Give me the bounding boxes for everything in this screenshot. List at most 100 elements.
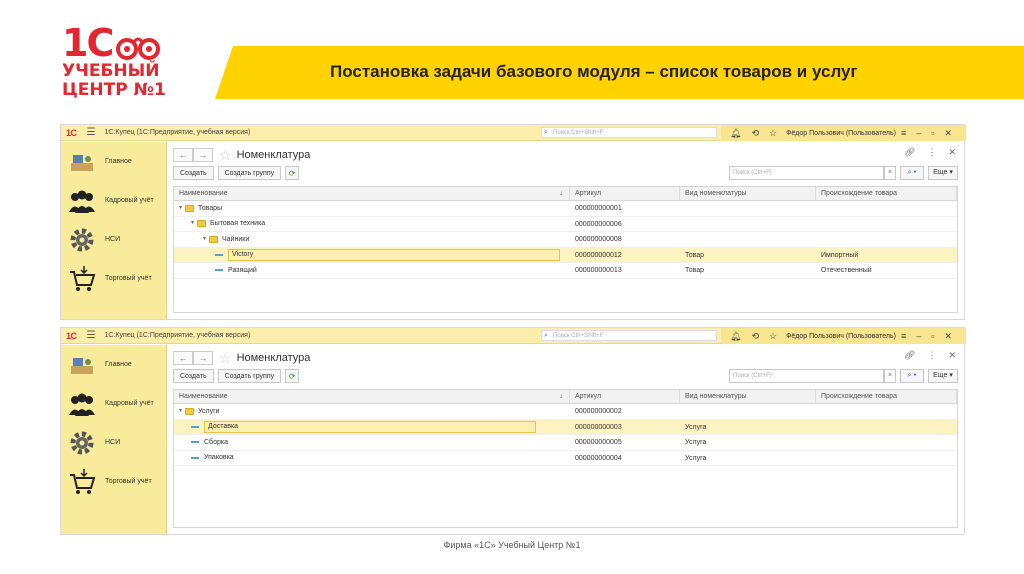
sidebar-item-nsi[interactable]: НСИ — [61, 425, 167, 463]
table-row[interactable]: Разящий 000000000013 Товар Отечественный — [174, 263, 957, 279]
link-icon[interactable]: 🔗︎ — [904, 147, 915, 158]
refresh-icon[interactable]: ⟳ — [285, 369, 300, 383]
sidebar-item-nsi[interactable]: НСИ — [61, 222, 167, 260]
star-icon[interactable]: ☆ — [769, 331, 777, 342]
forward-button[interactable]: → — [193, 148, 213, 162]
restore-icon[interactable]: ▫ — [931, 128, 934, 138]
sidebar-label: НСИ — [105, 236, 121, 243]
favorite-star-icon[interactable]: ☆ — [219, 147, 232, 164]
favorite-star-icon[interactable]: ☆ — [219, 350, 232, 367]
col-header-name[interactable]: Наименование ↓ — [174, 390, 570, 403]
sidebar-item-trade[interactable]: Торговый учёт — [61, 464, 167, 502]
list-search-input[interactable]: Поиск (Ctrl+F) — [729, 166, 884, 180]
col-header-origin[interactable]: Происхождение товара — [816, 390, 957, 403]
user-name[interactable]: Фёдор Пользович (Пользователь) — [786, 130, 896, 137]
banner-wedge — [215, 46, 233, 99]
forward-button[interactable]: → — [193, 351, 213, 365]
table-row[interactable]: Сборка 000000000005 Услуга — [174, 435, 957, 451]
back-button[interactable]: ← — [173, 351, 193, 365]
col-header-origin[interactable]: Происхождение товара — [816, 187, 957, 200]
table-row[interactable]: ▾ Бытовая техника 000000000006 — [174, 217, 957, 232]
table-row[interactable]: Доставка 000000000003 Услуга — [174, 419, 957, 435]
item-icon — [215, 269, 223, 272]
people-icon — [69, 393, 95, 416]
table-row[interactable]: Упаковка 000000000004 Услуга — [174, 451, 957, 466]
close-icon[interactable]: ✕ — [944, 128, 952, 139]
app-logo: 1С — [66, 330, 77, 341]
cell-type: Товар — [685, 267, 705, 274]
create-group-button[interactable]: Создать группу — [217, 166, 282, 180]
global-search-placeholder: Поиск Ctrl+Shift+F — [553, 333, 604, 339]
col-header-type[interactable]: Вид номенклатуры — [680, 390, 816, 403]
list-search-input[interactable]: Поиск (Ctrl+F) — [729, 369, 884, 383]
more-vert-icon[interactable]: ⋮ — [927, 350, 936, 361]
table-row[interactable]: Victory 000000000012 Товар Импортный — [174, 247, 957, 263]
settings-menu-icon[interactable]: ≡ — [901, 331, 906, 341]
cell-origin: Импортный — [821, 251, 859, 259]
sidebar-label: Главное — [105, 361, 132, 368]
item-name: Разящий — [228, 266, 257, 274]
sidebar-item-hr[interactable]: Кадровый учёт — [61, 183, 167, 221]
cell-article: 000000000006 — [575, 220, 622, 228]
cell-type: Услуга — [685, 423, 707, 431]
logo-line1: УЧЕБНЫЙ — [62, 61, 160, 81]
table-row[interactable]: ▾ Чайники 000000000008 — [174, 232, 957, 248]
back-button[interactable]: ← — [173, 148, 193, 162]
glasses-icon — [116, 37, 161, 60]
more-vert-icon[interactable]: ⋮ — [927, 147, 936, 158]
footer-text: Фирма «1С» Учебный Центр №1 — [443, 540, 581, 550]
create-group-button[interactable]: Создать группу — [217, 369, 282, 383]
table-row[interactable]: ▾ Товары 000000000001 — [174, 201, 957, 217]
more-button-label: Еще — [933, 372, 948, 379]
history-icon[interactable]: ⟲ — [751, 331, 759, 342]
col-header-article[interactable]: Артикул — [570, 390, 680, 403]
search-button[interactable]: ⌕ ▾ — [900, 166, 924, 180]
sidebar-item-main[interactable]: Главное — [61, 347, 167, 385]
people-icon — [69, 190, 95, 213]
create-button[interactable]: Создать — [173, 369, 214, 383]
more-button[interactable]: Еще ▾ — [928, 166, 958, 180]
more-button[interactable]: Еще ▾ — [928, 369, 958, 383]
col-header-type[interactable]: Вид номенклатуры — [680, 187, 816, 200]
item-name: Victory — [228, 248, 560, 261]
form-close-icon[interactable]: ✕ — [948, 147, 956, 158]
col-header-article[interactable]: Артикул — [570, 187, 680, 200]
history-icon[interactable]: ⟲ — [751, 128, 759, 139]
expand-arrow-icon[interactable]: ▾ — [179, 404, 182, 419]
desk-icon — [71, 155, 93, 171]
cell-article: 000000000002 — [575, 408, 622, 415]
clear-search-icon[interactable]: × — [884, 166, 896, 180]
expand-arrow-icon[interactable]: ▾ — [191, 217, 194, 232]
link-icon[interactable]: 🔗︎ — [904, 350, 915, 361]
create-button[interactable]: Создать — [173, 166, 214, 180]
desk-icon — [71, 358, 93, 374]
expand-arrow-icon[interactable]: ▾ — [203, 232, 206, 247]
sidebar-item-trade[interactable]: Торговый учёт — [61, 261, 167, 299]
sidebar-item-hr[interactable]: Кадровый учёт — [61, 386, 167, 424]
global-search-input[interactable]: ⌕ Поиск Ctrl+Shift+F — [541, 127, 717, 138]
clear-search-icon[interactable]: × — [884, 369, 896, 383]
restore-icon[interactable]: ▫ — [931, 331, 934, 341]
minimize-icon[interactable]: – — [916, 128, 921, 138]
cell-article: 000000000001 — [575, 205, 622, 212]
menu-icon[interactable]: ☰ — [87, 127, 96, 138]
gear-icon — [70, 431, 94, 455]
menu-icon[interactable]: ☰ — [87, 330, 96, 341]
table-row[interactable]: ▾ Услуги 000000000002 — [174, 404, 957, 420]
col-header-name[interactable]: Наименование ↓ — [174, 187, 570, 200]
cell-article: 000000000003 — [575, 423, 622, 431]
user-name[interactable]: Фёдор Пользович (Пользователь) — [786, 333, 896, 340]
cell-type: Товар — [685, 251, 705, 259]
bell-icon[interactable]: 🔔︎ — [730, 128, 741, 139]
form-close-icon[interactable]: ✕ — [948, 350, 956, 361]
minimize-icon[interactable]: – — [916, 331, 921, 341]
search-button[interactable]: ⌕ ▾ — [900, 369, 924, 383]
close-icon[interactable]: ✕ — [944, 331, 952, 342]
sidebar-item-main[interactable]: Главное — [61, 144, 167, 182]
refresh-icon[interactable]: ⟳ — [285, 166, 300, 180]
settings-menu-icon[interactable]: ≡ — [901, 128, 906, 138]
bell-icon[interactable]: 🔔︎ — [730, 331, 741, 342]
global-search-input[interactable]: ⌕ Поиск Ctrl+Shift+F — [541, 330, 717, 341]
expand-arrow-icon[interactable]: ▾ — [179, 201, 182, 216]
star-icon[interactable]: ☆ — [769, 128, 777, 139]
